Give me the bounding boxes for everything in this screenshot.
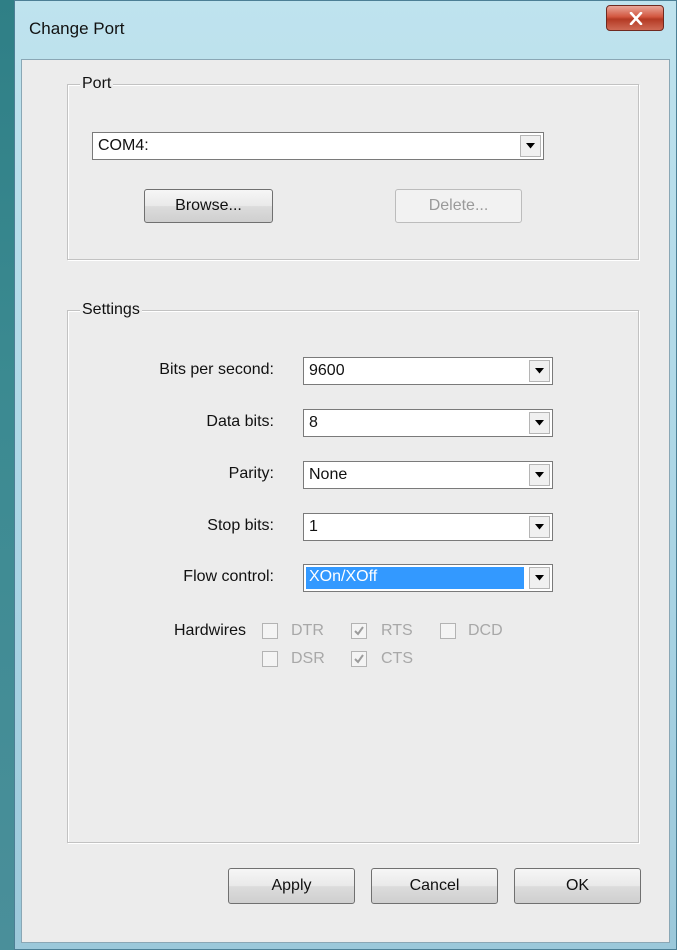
apply-button[interactable]: Apply: [228, 868, 355, 904]
checkmark-icon: [354, 626, 364, 636]
flow-control-label: Flow control:: [183, 568, 274, 585]
settings-group-legend: Settings: [80, 301, 142, 319]
stop-bits-label: Stop bits:: [207, 517, 274, 534]
data-bits-label: Data bits:: [206, 413, 274, 430]
dcd-checkbox[interactable]: [440, 623, 456, 639]
flow-control-dropdown-button[interactable]: [529, 567, 550, 589]
data-bits-dropdown-button[interactable]: [529, 412, 550, 434]
dropdown-arrow-icon: [535, 524, 544, 530]
settings-group: Settings Bits per second: 9600 Data bits…: [67, 301, 639, 843]
flow-control-value: XOn/XOff: [306, 567, 524, 589]
dcd-checkbox-label: DCD: [468, 622, 503, 639]
checkmark-icon: [354, 654, 364, 664]
port-group: Port COM4: Browse... Delete...: [67, 75, 639, 260]
dsr-checkbox[interactable]: [262, 651, 278, 667]
dtr-checkbox[interactable]: [262, 623, 278, 639]
title-bar[interactable]: Change Port: [15, 1, 676, 59]
bits-per-second-value: 9600: [309, 362, 345, 379]
bits-per-second-select[interactable]: 9600: [303, 357, 553, 385]
bits-per-second-dropdown-button[interactable]: [529, 360, 550, 382]
flow-control-select[interactable]: XOn/XOff: [303, 564, 553, 592]
ok-button[interactable]: OK: [514, 868, 641, 904]
parity-value: None: [309, 466, 348, 483]
dtr-checkbox-label: DTR: [291, 622, 324, 639]
rts-checkbox-label: RTS: [381, 622, 413, 639]
parity-label: Parity:: [228, 465, 274, 482]
cts-checkbox-label: CTS: [381, 650, 413, 667]
dialog-client-area: Port COM4: Browse... Delete... Settings …: [21, 59, 670, 943]
bits-per-second-label: Bits per second:: [159, 361, 274, 378]
stop-bits-select[interactable]: 1: [303, 513, 553, 541]
delete-button[interactable]: Delete...: [395, 189, 522, 223]
dropdown-arrow-icon: [535, 575, 544, 581]
stop-bits-value: 1: [309, 518, 318, 535]
parity-select[interactable]: None: [303, 461, 553, 489]
close-button[interactable]: [606, 5, 664, 31]
port-select-value: COM4:: [98, 137, 149, 154]
dropdown-arrow-icon: [535, 420, 544, 426]
browse-button[interactable]: Browse...: [144, 189, 273, 223]
hardwires-label: Hardwires: [173, 622, 246, 639]
port-select-dropdown-button[interactable]: [520, 135, 541, 157]
data-bits-select[interactable]: 8: [303, 409, 553, 437]
port-select[interactable]: COM4:: [92, 132, 544, 160]
change-port-dialog: Change Port Port COM4: Browse... Delete.…: [14, 0, 677, 950]
data-bits-value: 8: [309, 414, 318, 431]
parity-dropdown-button[interactable]: [529, 464, 550, 486]
dropdown-arrow-icon: [535, 368, 544, 374]
cts-checkbox[interactable]: [351, 651, 367, 667]
stop-bits-dropdown-button[interactable]: [529, 516, 550, 538]
dsr-checkbox-label: DSR: [291, 650, 325, 667]
dropdown-arrow-icon: [535, 472, 544, 478]
window-title: Change Port: [29, 19, 125, 38]
port-group-legend: Port: [80, 75, 114, 93]
close-icon: [629, 12, 643, 25]
cancel-button[interactable]: Cancel: [371, 868, 498, 904]
rts-checkbox[interactable]: [351, 623, 367, 639]
dropdown-arrow-icon: [526, 143, 535, 149]
